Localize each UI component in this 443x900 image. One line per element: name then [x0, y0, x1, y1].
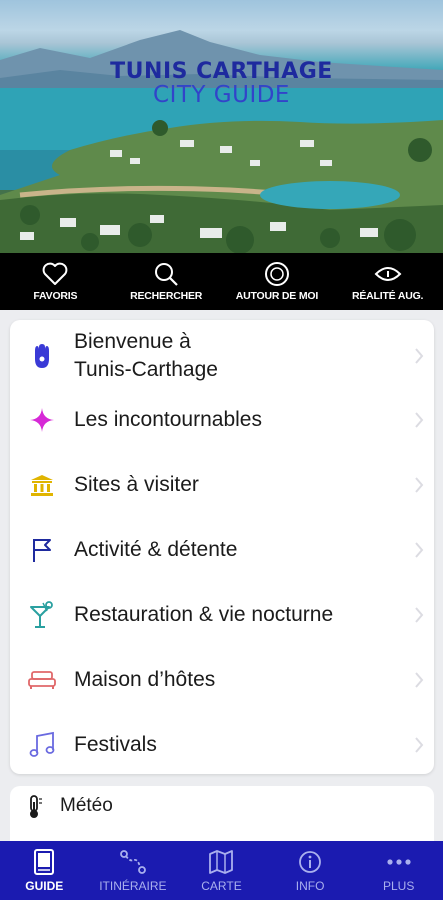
favorites-button[interactable]: FAVORIS: [0, 253, 111, 310]
menu-item-sites[interactable]: Sites à visiter: [10, 452, 434, 517]
bed-icon: [10, 670, 74, 690]
nav-tab-more[interactable]: PLUS: [354, 841, 443, 900]
around-me-label: AUTOUR DE MOI: [235, 290, 319, 302]
weather-label: Météo: [60, 795, 113, 816]
menu-item-guesthouses[interactable]: Maison d’hôtes: [10, 647, 434, 712]
menu-item-activities[interactable]: Activité & détente: [10, 517, 434, 582]
menu-item-label: Sites à visiter: [74, 472, 199, 496]
more-dots-icon: [386, 848, 412, 876]
hero-banner: TUNIS CARTHAGE CITY GUIDE: [0, 0, 443, 253]
eye-icon: [374, 260, 402, 288]
augmented-reality-label: RÉALITÉ AUG.: [351, 290, 424, 302]
nav-tab-label: ITINÉRAIRE: [99, 879, 167, 893]
chevron-right-icon: [404, 411, 434, 429]
search-icon: [152, 260, 180, 288]
chevron-right-icon: [404, 606, 434, 624]
chevron-right-icon: [404, 476, 434, 494]
menu-item-label: Activité & détente: [74, 537, 238, 561]
around-me-button[interactable]: AUTOUR DE MOI: [222, 253, 333, 310]
info-icon: [298, 848, 322, 876]
chevron-right-icon: [404, 541, 434, 559]
menu-item-label: Restauration & vie nocturne: [74, 602, 334, 626]
nav-tab-info[interactable]: INFO: [266, 841, 355, 900]
cocktail-glass-icon: [10, 600, 74, 629]
nav-tab-label: GUIDE: [25, 879, 64, 893]
map-icon: [208, 848, 234, 876]
nav-tab-label: PLUS: [382, 879, 415, 893]
route-icon: [119, 848, 146, 876]
flag-icon: [10, 537, 74, 563]
menu-item-label: Maison d’hôtes: [74, 667, 216, 691]
hero-title: TUNIS CARTHAGE: [110, 59, 333, 84]
nav-tab-label: INFO: [295, 879, 325, 893]
menu-item-festivals[interactable]: Festivals: [10, 712, 434, 777]
heart-icon: [41, 260, 69, 288]
monument-icon: [10, 474, 74, 496]
chevron-right-icon: [404, 671, 434, 689]
search-button[interactable]: RECHERCHER: [111, 253, 222, 310]
book-icon: [33, 848, 55, 876]
menu-item-welcome[interactable]: Bienvenue à Tunis-Carthage: [10, 320, 434, 392]
search-label: RECHERCHER: [130, 290, 203, 302]
menu-item-label: Bienvenue à Tunis-Carthage: [74, 330, 218, 381]
chevron-right-icon: [404, 347, 434, 365]
music-note-icon: [10, 731, 74, 759]
nav-tab-map[interactable]: CARTE: [177, 841, 266, 900]
nav-tab-itinerary[interactable]: ITINÉRAIRE: [89, 841, 178, 900]
nav-tab-label: CARTE: [201, 879, 242, 893]
bottom-navigation: GUIDE ITINÉRAIRE CARTE INFO PLUS: [0, 841, 443, 900]
augmented-reality-button[interactable]: RÉALITÉ AUG.: [332, 253, 443, 310]
menu-item-label: Les incontournables: [74, 407, 262, 431]
hamsa-hand-icon: [10, 343, 74, 369]
menu-item-restaurants[interactable]: Restauration & vie nocturne: [10, 582, 434, 647]
nav-tab-guide[interactable]: GUIDE: [0, 841, 89, 900]
weather-row[interactable]: Météo: [10, 786, 434, 846]
top-toolbar: FAVORIS RECHERCHER AUTOUR DE MOI RÉALITÉ…: [0, 253, 443, 310]
hero-landscape-image: [0, 30, 443, 253]
menu-item-label: Festivals: [74, 732, 157, 756]
favorites-label: FAVORIS: [33, 290, 78, 302]
thermometer-icon: [10, 794, 60, 820]
hero-subtitle: CITY GUIDE: [153, 82, 290, 108]
chevron-right-icon: [404, 736, 434, 754]
guide-menu-card: Bienvenue à Tunis-Carthage Les incontour…: [10, 320, 434, 774]
menu-item-highlights[interactable]: Les incontournables: [10, 387, 434, 452]
compass-icon: [263, 260, 291, 288]
sparkle-star-icon: [10, 407, 74, 432]
